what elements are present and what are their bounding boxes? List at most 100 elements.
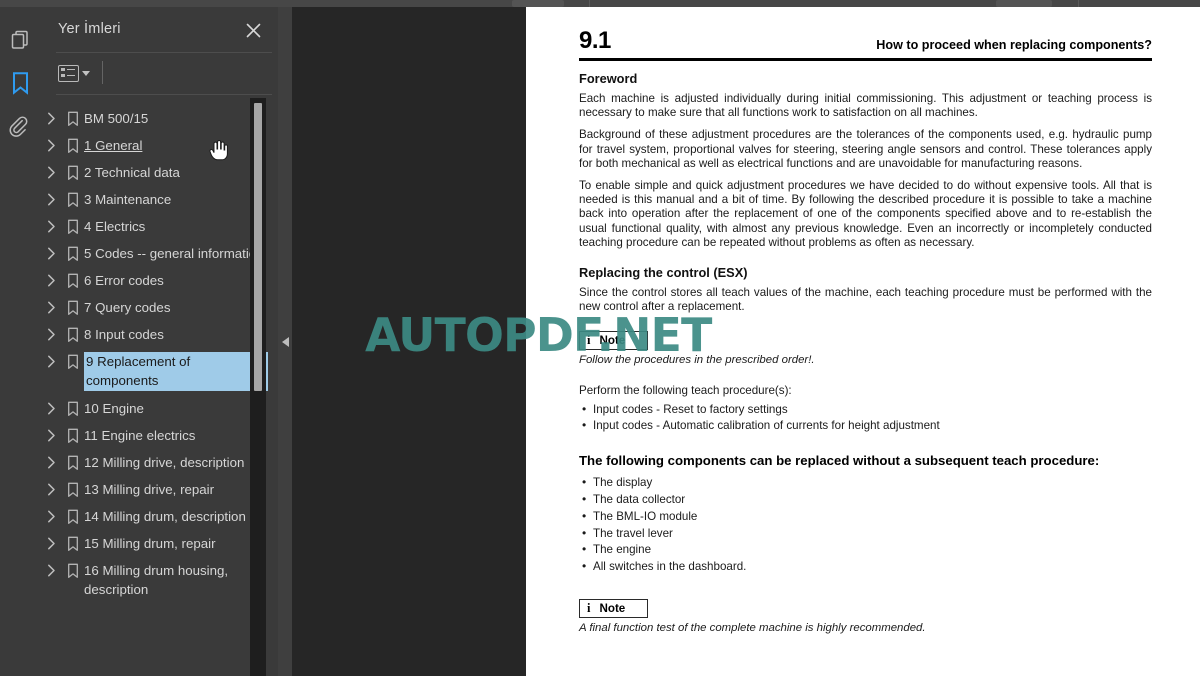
toolbar-divider — [56, 94, 272, 95]
foreword-paragraph-3: To enable simple and quick adjustment pr… — [579, 179, 1152, 249]
bookmark-icon — [62, 109, 84, 127]
rail-button-attachments[interactable] — [0, 105, 40, 149]
expand-chevron-icon[interactable] — [40, 163, 62, 179]
close-icon — [246, 23, 260, 37]
expand-chevron-icon[interactable] — [40, 298, 62, 314]
bookmarks-scrollbar-thumb[interactable] — [254, 103, 262, 391]
pdf-viewer-window: Yer İmleri BM 500/15 1 General 2 Technic… — [0, 0, 1200, 676]
foreword-paragraph-1: Each machine is adjusted individually du… — [579, 92, 1152, 120]
bookmark-icon — [62, 298, 84, 316]
expand-chevron-icon[interactable] — [40, 480, 62, 496]
list-options-icon — [58, 64, 79, 82]
components-heading: The following components can be replaced… — [579, 453, 1100, 469]
pages-thumbnail-icon — [10, 29, 31, 50]
bookmark-item-14[interactable]: 14 Milling drum, description — [40, 503, 280, 530]
expand-chevron-icon[interactable] — [40, 534, 62, 550]
teach-lead: Perform the following teach procedure(s)… — [579, 384, 792, 398]
teach-list-item: Input codes - Reset to factory settings — [579, 401, 1152, 419]
bookmark-icon — [62, 399, 84, 417]
bookmark-item-0[interactable]: BM 500/15 — [40, 105, 280, 132]
bookmark-item-label: 9 Replacement of components — [83, 351, 269, 392]
bookmark-options-button[interactable] — [56, 61, 92, 85]
bookmark-item-3[interactable]: 3 Maintenance — [40, 186, 280, 213]
bookmark-item-2[interactable]: 2 Technical data — [40, 159, 280, 186]
note-badge-2: i Note — [579, 599, 649, 619]
teach-list-item: Input codes - Automatic calibration of c… — [579, 417, 1152, 435]
expand-chevron-icon[interactable] — [40, 561, 62, 577]
rail-button-thumbnails[interactable] — [0, 17, 40, 61]
expand-chevron-icon[interactable] — [40, 453, 62, 469]
expand-chevron-icon[interactable] — [40, 352, 62, 368]
bookmark-item-4[interactable]: 4 Electrics — [40, 213, 280, 240]
bookmark-icon — [62, 534, 84, 552]
bookmark-icon — [62, 217, 84, 235]
note-label: Note — [599, 334, 626, 348]
bookmark-icon — [62, 352, 84, 370]
section-title: How to proceed when replacing components… — [876, 38, 1152, 52]
note-block-2: i Note A final function test of the comp… — [579, 599, 1152, 635]
component-list-item: The travel lever — [579, 525, 1152, 543]
note-badge-1: i Note — [579, 331, 649, 351]
note-block-1: i Note Follow the procedures in the pres… — [579, 331, 1152, 367]
toolbar-ghost-button-1[interactable] — [512, 0, 564, 7]
expand-chevron-icon[interactable] — [40, 244, 62, 260]
bookmark-item-5[interactable]: 5 Codes -- general information — [40, 240, 280, 267]
toolbar-ghost-button-2[interactable] — [996, 0, 1052, 7]
section-number: 9.1 — [579, 27, 611, 54]
bookmark-item-10[interactable]: 10 Engine — [40, 395, 280, 422]
expand-chevron-icon[interactable] — [40, 399, 62, 415]
bookmarks-panel-header: Yer İmleri — [40, 7, 280, 53]
toolbar-divider-1 — [589, 0, 590, 7]
note-text-1: Follow the procedures in the prescribed … — [579, 354, 815, 367]
bookmark-item-11[interactable]: 11 Engine electrics — [40, 422, 280, 449]
bookmark-item-1[interactable]: 1 General — [40, 132, 280, 159]
bookmark-item-13[interactable]: 13 Milling drive, repair — [40, 476, 280, 503]
bookmark-item-16[interactable]: 16 Milling drum housing, description — [40, 557, 280, 603]
component-list-item: The display — [579, 474, 1152, 492]
bookmark-icon — [62, 426, 84, 444]
note-text-2: A final function test of the complete ma… — [579, 622, 926, 635]
bookmark-icon — [62, 190, 84, 208]
bookmarks-panel-title: Yer İmleri — [58, 21, 121, 37]
replacing-control-heading: Replacing the control (ESX) — [579, 265, 748, 281]
collapse-sidebar-handle[interactable] — [278, 7, 292, 676]
bookmark-tree[interactable]: BM 500/15 1 General 2 Technical data 3 Main… — [40, 105, 280, 676]
expand-chevron-icon[interactable] — [40, 325, 62, 341]
bookmark-icon — [62, 325, 84, 343]
bookmark-item-7[interactable]: 7 Query codes — [40, 294, 280, 321]
close-panel-button[interactable] — [242, 19, 264, 41]
note-label: Note — [599, 602, 626, 616]
expand-chevron-icon[interactable] — [40, 426, 62, 442]
bookmark-icon — [62, 271, 84, 289]
bookmark-icon — [62, 507, 84, 525]
bookmark-item-9[interactable]: 9 Replacement of components — [40, 348, 280, 395]
bookmark-icon — [62, 136, 84, 154]
expand-chevron-icon[interactable] — [40, 507, 62, 523]
sidebar-icon-rail — [0, 7, 49, 676]
bookmark-icon — [62, 163, 84, 181]
foreword-paragraph-2: Background of these adjustment procedure… — [579, 128, 1152, 170]
page-header: 9.1 How to proceed when replacing compon… — [579, 25, 1152, 61]
foreword-heading: Foreword — [579, 71, 638, 86]
bookmark-item-15[interactable]: 15 Milling drum, repair — [40, 530, 280, 557]
bookmark-item-8[interactable]: 8 Input codes — [40, 321, 280, 348]
expand-chevron-icon[interactable] — [40, 217, 62, 233]
component-list-item: All switches in the dashboard. — [579, 558, 1152, 576]
bookmark-icon — [62, 244, 84, 262]
bookmarks-panel: Yer İmleri BM 500/15 1 General 2 Technic… — [40, 7, 280, 676]
component-list-item: The BML-IO module — [579, 508, 1152, 526]
bookmark-icon — [62, 453, 84, 471]
expand-chevron-icon[interactable] — [40, 136, 62, 152]
bookmark-item-6[interactable]: 6 Error codes — [40, 267, 280, 294]
replaceable-components-list: The displayThe data collectorThe BML-IO … — [579, 474, 1152, 576]
collapse-left-arrow-icon — [281, 336, 289, 347]
bookmark-item-12[interactable]: 12 Milling drive, description — [40, 449, 280, 476]
pdf-page: 9.1 How to proceed when replacing compon… — [526, 7, 1200, 676]
bookmark-icon — [62, 561, 84, 579]
bookmark-icon — [62, 480, 84, 498]
expand-chevron-icon[interactable] — [40, 271, 62, 287]
expand-chevron-icon[interactable] — [40, 190, 62, 206]
expand-chevron-icon[interactable] — [40, 109, 62, 125]
header-rule — [579, 58, 1152, 61]
rail-button-bookmarks[interactable] — [0, 61, 49, 105]
